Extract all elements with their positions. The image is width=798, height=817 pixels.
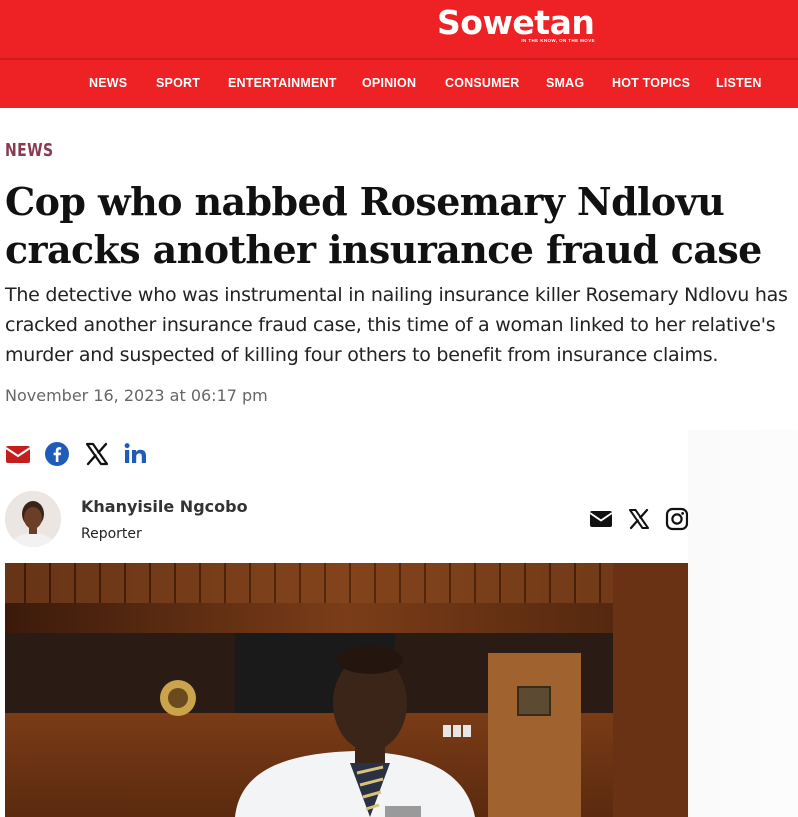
logo-tagline: IN THE KNOW, ON THE MOVE — [521, 38, 595, 43]
author-x-icon[interactable] — [627, 507, 651, 531]
nav-item-news[interactable]: NEWS — [89, 76, 127, 90]
nav-item-smag[interactable]: SMAG — [546, 76, 584, 90]
main-nav: NEWS SPORT ENTERTAINMENT OPINION CONSUME… — [0, 60, 798, 108]
masthead: Sowetan IN THE KNOW, ON THE MOVE — [0, 0, 798, 60]
publish-date: November 16, 2023 at 06:17 pm — [5, 386, 268, 405]
sowetan-logo[interactable]: Sowetan IN THE KNOW, ON THE MOVE — [437, 1, 599, 49]
right-margin — [688, 430, 798, 817]
article-standfirst: The detective who was instrumental in na… — [5, 284, 788, 366]
article-headline: Cop who nabbed Rosemary Ndlovu cracks an… — [5, 179, 762, 272]
nav-item-opinion[interactable]: OPINION — [362, 76, 416, 90]
author-name[interactable]: Khanyisile Ngcobo — [81, 497, 248, 516]
hero-image — [5, 563, 688, 817]
nav-item-consumer[interactable]: CONSUMER — [445, 76, 520, 90]
author-portrait — [5, 491, 61, 547]
nav-item-listen[interactable]: LISTEN — [716, 76, 762, 90]
section-label[interactable]: NEWS — [5, 140, 54, 161]
author-role: Reporter — [81, 526, 142, 542]
instagram-icon[interactable] — [665, 507, 689, 531]
nav-item-sport[interactable]: SPORT — [156, 76, 200, 90]
envelope-icon[interactable] — [5, 441, 31, 467]
facebook-icon[interactable] — [44, 441, 70, 467]
nav-item-entertainment[interactable]: ENTERTAINMENT — [228, 76, 337, 90]
linkedin-icon[interactable] — [123, 441, 149, 467]
nav-item-hot-topics[interactable]: HOT TOPICS — [612, 76, 690, 90]
author-envelope-icon[interactable] — [589, 507, 613, 531]
courtroom-photo — [5, 563, 688, 817]
x-icon[interactable] — [84, 441, 110, 467]
author-avatar[interactable] — [5, 491, 61, 547]
